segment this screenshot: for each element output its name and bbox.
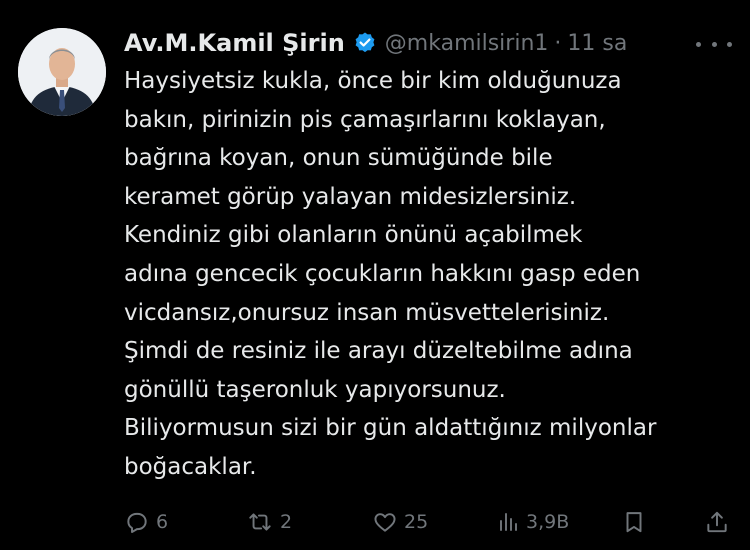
- like-count: 25: [404, 511, 429, 533]
- tweet-text-line: keramet görüp yalayan midesizlersiniz.: [124, 183, 577, 210]
- avatar[interactable]: [18, 28, 106, 116]
- tweet-text-line: vicdansız,onursuz insan müsvettelerisini…: [124, 299, 610, 326]
- share-button[interactable]: [704, 506, 730, 538]
- reply-icon: [127, 512, 147, 533]
- tweet-text-line: bakın, pirinizin pis çamaşırlarını kokla…: [124, 106, 606, 133]
- avatar-image: [18, 28, 106, 116]
- action-bar: 6 2 25 3,9B: [124, 506, 738, 538]
- more-options-icon[interactable]: [696, 32, 732, 56]
- more-dot: [696, 41, 701, 47]
- header-separator: ·: [554, 30, 562, 56]
- views-button[interactable]: 3,9B: [496, 506, 569, 538]
- tweet-text-line: Kendiniz gibi olanların önünü açabilmek: [124, 222, 583, 249]
- tweet-text-line: gönüllü taşeronluk yapıyorsunuz.: [124, 376, 506, 403]
- reply-button[interactable]: 6: [124, 506, 168, 538]
- like-button[interactable]: 25: [372, 506, 428, 538]
- views-count: 3,9B: [526, 511, 570, 533]
- more-dot: [727, 41, 732, 47]
- bookmark-icon: [626, 512, 642, 533]
- tweet-text-line: Biliyormusun sizi bir gün aldattığınız m…: [124, 415, 657, 442]
- tweet-text-line: boğacaklar.: [124, 453, 257, 480]
- share-icon: [707, 511, 727, 533]
- retweet-button[interactable]: 2: [246, 506, 292, 538]
- retweet-icon: [249, 513, 271, 531]
- tweet-text-line: bağrına koyan, onun sümüğünde bile: [124, 145, 553, 172]
- retweet-count: 2: [280, 511, 293, 533]
- tweet-text: Haysiyetsiz kukla, önce bir kim olduğunu…: [124, 62, 744, 487]
- bookmark-button[interactable]: [621, 506, 647, 538]
- author-handle[interactable]: @mkamilsirin1: [385, 31, 549, 56]
- verified-badge-icon: [353, 31, 377, 55]
- tweet-timestamp[interactable]: 11 sa: [567, 31, 627, 56]
- tweet-text-line: Haysiyetsiz kukla, önce bir kim olduğunu…: [124, 68, 622, 94]
- heart-icon: [374, 513, 396, 532]
- author-name[interactable]: Av.M.Kamil Şirin: [124, 29, 345, 57]
- views-icon: [500, 513, 517, 531]
- tweet-header: Av.M.Kamil Şirin @mkamilsirin1 · 11 sa: [124, 26, 627, 60]
- tweet-text-line: adına gencecik çocukların hakkını gasp e…: [124, 260, 641, 287]
- tweet-text-line: Şimdi de resiniz ile arayı düzeltebilme …: [124, 338, 633, 365]
- reply-count: 6: [156, 511, 169, 533]
- more-dot: [711, 41, 717, 47]
- tweet[interactable]: Av.M.Kamil Şirin @mkamilsirin1 · 11 sa H…: [0, 0, 750, 550]
